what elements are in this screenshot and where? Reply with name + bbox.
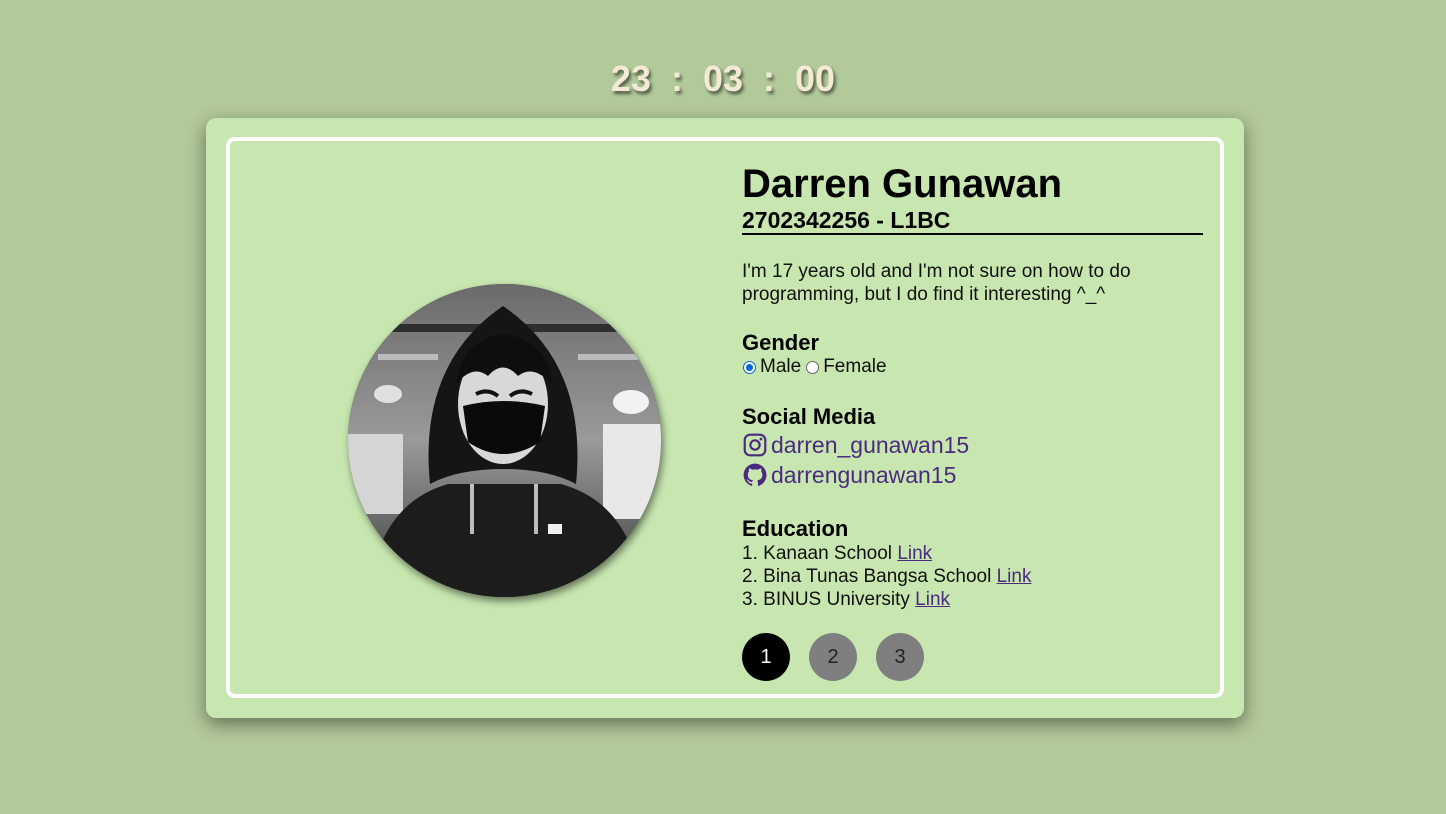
education-list: 1. Kanaan School Link 2. Bina Tunas Bang… — [742, 542, 1203, 611]
clock: 23:03:00 — [0, 58, 1446, 100]
social-github-link[interactable]: darrengunawan15 — [742, 460, 1203, 490]
avatar-image — [348, 284, 661, 597]
education-school: BINUS University — [763, 589, 910, 610]
profile-card: Darren Gunawan 2702342256 - L1BC I'm 17 … — [206, 118, 1244, 718]
github-icon — [743, 463, 767, 486]
list-item: 3. BINUS University Link — [742, 588, 1203, 611]
clock-separator: : — [670, 58, 683, 99]
education-number: 3. — [742, 589, 758, 610]
pagination: 1 2 3 — [742, 633, 1203, 681]
gender-radio-male[interactable] — [743, 360, 756, 374]
gender-label-female: Female — [823, 356, 887, 377]
profile-bio: I'm 17 years old and I'm not sure on how… — [742, 261, 1131, 305]
student-id: 2702342256 - L1BC — [742, 207, 1203, 235]
education-link[interactable]: Link — [897, 543, 932, 564]
education-number: 2. — [742, 566, 758, 587]
social-media-title: Social Media — [742, 404, 876, 429]
profile-info: Darren Gunawan 2702342256 - L1BC I'm 17 … — [742, 161, 1203, 681]
page-button-3[interactable]: 3 — [876, 633, 924, 681]
education-school: Bina Tunas Bangsa School — [763, 566, 992, 587]
instagram-icon — [743, 433, 767, 457]
list-item: 2. Bina Tunas Bangsa School Link — [742, 565, 1203, 588]
clock-separator: : — [763, 58, 776, 99]
list-item: 1. Kanaan School Link — [742, 542, 1203, 565]
github-handle[interactable]: darrengunawan15 — [771, 462, 956, 489]
gender-radio-female[interactable] — [806, 360, 820, 374]
gender-title: Gender — [742, 330, 820, 355]
gender-options: Male Female — [742, 356, 1203, 378]
instagram-handle[interactable]: darren_gunawan15 — [771, 432, 969, 459]
profile-card-inner: Darren Gunawan 2702342256 - L1BC I'm 17 … — [226, 137, 1224, 698]
education-school: Kanaan School — [763, 543, 893, 564]
page-button-2[interactable]: 2 — [809, 633, 857, 681]
profile-name: Darren Gunawan — [742, 162, 1063, 206]
clock-minutes: 03 — [702, 58, 744, 99]
page-button-1[interactable]: 1 — [742, 633, 790, 681]
education-link[interactable]: Link — [997, 566, 1032, 587]
gender-label-male: Male — [760, 356, 802, 377]
clock-seconds: 00 — [795, 58, 836, 99]
social-instagram-link[interactable]: darren_gunawan15 — [742, 430, 1203, 460]
avatar — [348, 284, 661, 597]
clock-hours: 23 — [610, 58, 651, 99]
education-link[interactable]: Link — [915, 589, 950, 610]
education-number: 1. — [742, 543, 758, 564]
education-title: Education — [742, 516, 849, 541]
